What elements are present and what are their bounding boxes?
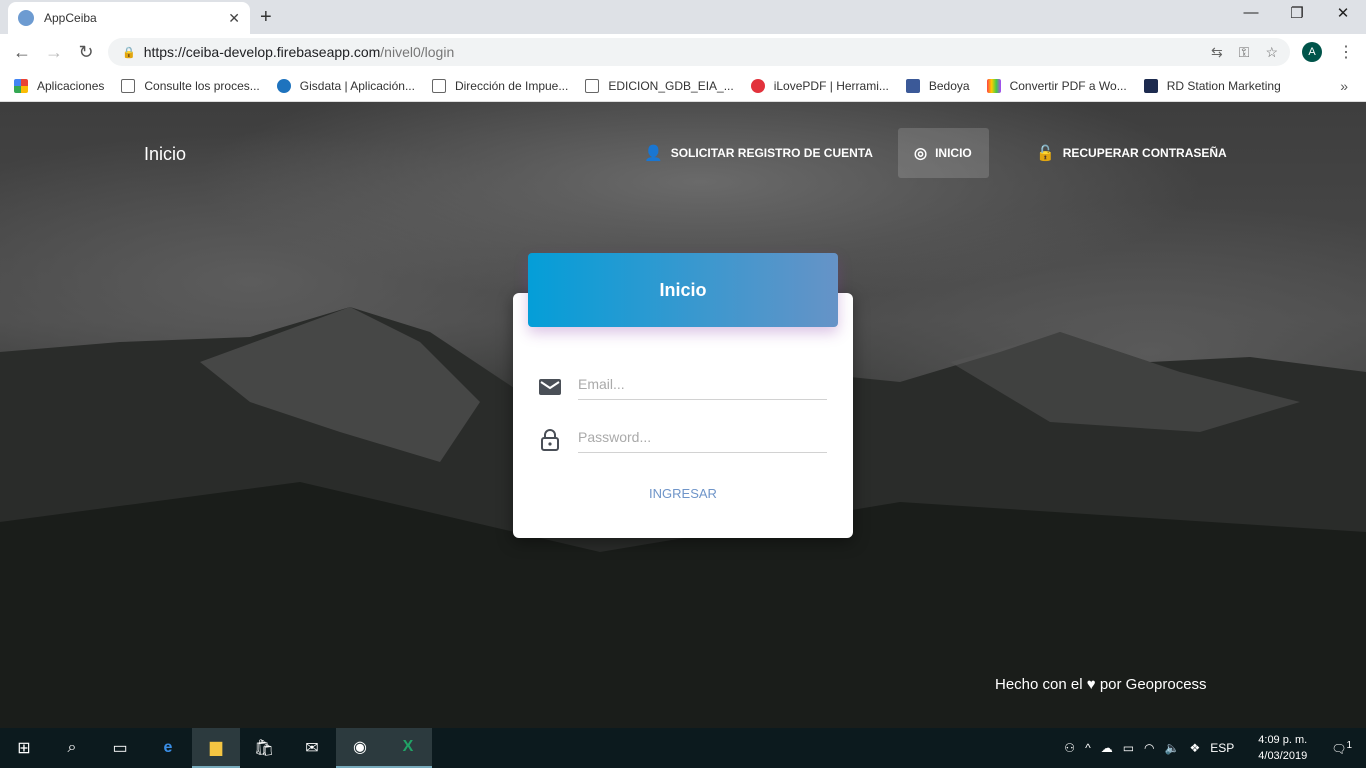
volume-icon[interactable]: 🔈	[1165, 741, 1180, 755]
password-field	[537, 417, 827, 453]
chrome-icon[interactable]: ◉	[336, 728, 384, 768]
notifications-icon[interactable]: 🗨1	[1331, 740, 1352, 756]
tab-title: AppCeiba	[44, 11, 97, 25]
key-icon[interactable]: ⚿	[1239, 44, 1250, 61]
task-view-icon[interactable]: ▭	[96, 728, 144, 768]
page-icon	[585, 78, 600, 93]
clock[interactable]: 4:09 p. m. 4/03/2019	[1258, 732, 1307, 764]
windows-taskbar: ⊞ ⌕ ▭ e ▆ 🛍 ✉ ◉ X ⚇ ^ ☁ ▭ ◠ 🔈 ❖ ESP 4:09…	[0, 728, 1366, 768]
brand-title[interactable]: Inicio	[144, 144, 186, 165]
bookmark[interactable]: EDICION_GDB_EIA_...	[585, 78, 734, 93]
profile-avatar[interactable]: A	[1302, 42, 1322, 62]
forward-icon[interactable]: →	[38, 42, 70, 63]
bookmark[interactable]: Aplicaciones	[14, 78, 104, 93]
nav-request-account[interactable]: 👤 SOLICITAR REGISTRO DE CUENTA	[628, 128, 889, 178]
apps-icon	[14, 78, 28, 93]
rd-station-icon	[1143, 78, 1158, 93]
lock-open-icon: 🔓	[1036, 145, 1055, 162]
file-explorer-icon[interactable]: ▆	[192, 728, 240, 768]
bookmark[interactable]: Bedoya	[905, 78, 970, 93]
email-field	[537, 364, 827, 400]
edge-icon[interactable]: e	[144, 728, 192, 768]
bookmark[interactable]: Gisdata | Aplicación...	[276, 78, 415, 93]
translate-icon[interactable]: ⇆	[1211, 44, 1223, 61]
pdf-convert-icon	[986, 78, 1001, 93]
chevron-up-icon[interactable]: ^	[1085, 741, 1091, 755]
password-input[interactable]	[578, 421, 827, 453]
onedrive-icon[interactable]: ☁	[1101, 741, 1113, 755]
tab-strip: AppCeiba ✕ + — ❐ ✕	[0, 0, 1366, 34]
url-path: /nivel0/login	[380, 44, 455, 60]
browser-tab[interactable]: AppCeiba ✕	[8, 2, 250, 34]
dropbox-icon[interactable]: ❖	[1189, 741, 1200, 755]
footer-credit: Hecho con el ♥ por Geoprocess	[995, 676, 1207, 693]
mail-icon[interactable]: ✉	[288, 728, 336, 768]
bookmark[interactable]: Dirección de Impue...	[431, 78, 568, 93]
battery-icon[interactable]: ▭	[1123, 741, 1134, 755]
page-icon	[431, 78, 446, 93]
address-bar[interactable]: 🔒 https://ceiba-develop.firebaseapp.com /…	[108, 38, 1290, 66]
minimize-icon[interactable]: —	[1228, 4, 1274, 22]
top-navbar: Inicio 👤 SOLICITAR REGISTRO DE CUENTA ◎ IN…	[0, 128, 1366, 178]
gisdata-icon	[276, 78, 291, 93]
new-tab-icon[interactable]: +	[260, 6, 272, 29]
restore-icon[interactable]: ❐	[1274, 4, 1320, 22]
browser-toolbar: ← → ↻ 🔒 https://ceiba-develop.firebaseap…	[0, 34, 1366, 70]
favicon-icon	[18, 10, 34, 26]
card-header: Inicio	[528, 253, 838, 327]
email-icon	[537, 374, 563, 400]
nav-inicio[interactable]: ◎ INICIO	[898, 128, 989, 178]
lock-icon	[537, 427, 563, 453]
more-bookmarks-icon[interactable]: »	[1340, 78, 1348, 94]
search-icon[interactable]: ⌕	[48, 728, 96, 768]
excel-icon[interactable]: X	[384, 728, 432, 768]
login-card	[513, 293, 853, 538]
language-indicator[interactable]: ESP	[1210, 741, 1234, 755]
back-icon[interactable]: ←	[6, 42, 38, 63]
windows-start-icon[interactable]: ⊞	[0, 728, 48, 768]
login-button[interactable]: INGRESAR	[513, 486, 853, 501]
bookmark[interactable]: Convertir PDF a Wo...	[986, 78, 1127, 93]
email-input[interactable]	[578, 368, 827, 400]
person-add-icon: 👤	[644, 145, 663, 162]
people-icon[interactable]: ⚇	[1064, 741, 1075, 755]
star-icon[interactable]: ☆	[1265, 44, 1278, 61]
close-window-icon[interactable]: ✕	[1320, 4, 1366, 22]
bookmark[interactable]: RD Station Marketing	[1143, 78, 1281, 93]
heart-icon	[750, 78, 765, 93]
nav-recover-password[interactable]: 🔓 RECUPERAR CONTRASEÑA	[1020, 128, 1243, 178]
lock-icon: 🔒	[122, 46, 136, 59]
store-icon[interactable]: 🛍	[240, 728, 288, 768]
facebook-icon	[905, 78, 920, 93]
bookmarks-bar: Aplicaciones Consulte los proces... Gisd…	[0, 70, 1366, 102]
close-tab-icon[interactable]: ✕	[228, 10, 240, 27]
reload-icon[interactable]: ↻	[70, 42, 102, 63]
page-icon	[121, 78, 136, 93]
heart-icon: ♥	[1086, 676, 1096, 693]
url-host: https://ceiba-develop.firebaseapp.com	[143, 44, 381, 60]
wifi-icon[interactable]: ◠	[1144, 741, 1154, 755]
bookmark[interactable]: iLovePDF | Herrami...	[750, 78, 889, 93]
fingerprint-icon: ◎	[914, 145, 928, 162]
bookmark[interactable]: Consulte los proces...	[121, 78, 260, 93]
menu-icon[interactable]: ⋮	[1338, 42, 1354, 62]
login-page: Inicio 👤 SOLICITAR REGISTRO DE CUENTA ◎ IN…	[0, 102, 1366, 728]
system-tray: ⚇ ^ ☁ ▭ ◠ 🔈 ❖ ESP 4:09 p. m. 4/03/2019 🗨…	[1064, 728, 1366, 768]
